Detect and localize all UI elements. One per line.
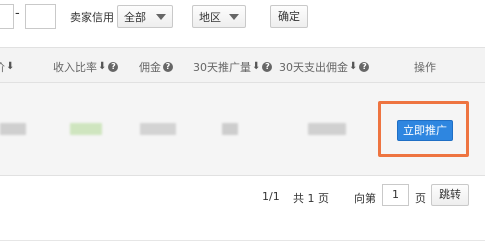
table-header: 价 ⬇ 收入比率 ⬇ ? 佣金 ? 30天推广量 ⬇ ? 30天支出佣金 ⬇ ?… [0,47,485,83]
help-icon[interactable]: ? [108,62,119,72]
column-price[interactable]: 价 ⬇ [0,59,14,75]
region-select[interactable]: 地区 [192,5,246,28]
column-30day-promotions-label: 30天推广量 [193,61,251,74]
total-pages: 共 1 页 [293,192,329,205]
blurred-price-cell [0,123,26,135]
blurred-commission-paid-cell [308,123,346,135]
jump-button[interactable]: 跳转 [431,184,469,206]
sort-down-icon: ⬇ [252,61,261,72]
sort-down-icon: ⬇ [98,61,107,72]
blurred-income-rate-cell [70,123,102,135]
promotion-table-page: - 卖家信用 全部 地区 确定 价 ⬇ 收入比率 ⬇ ? 佣金 ? 30天推广量 [0,0,485,249]
column-actions-label: 操作 [414,61,436,74]
help-icon[interactable]: ? [359,62,370,72]
column-price-label: 价 [0,59,5,75]
column-income-rate-label: 收入比率 [53,61,97,74]
page-number-input[interactable]: 1 [382,184,409,206]
help-icon[interactable]: ? [262,62,273,72]
promote-now-button[interactable]: 立即推广 [397,120,453,141]
page-status: 1/1 [262,190,280,203]
column-30day-commission-paid-label: 30天支出佣金 [279,61,348,74]
sort-down-icon: ⬇ [6,61,15,72]
column-income-rate[interactable]: 收入比率 ⬇ ? [53,59,119,75]
filter-bar: - 卖家信用 全部 地区 确定 [0,0,485,34]
divider [0,240,485,241]
column-commission: 佣金 ? [139,59,173,75]
confirm-button[interactable]: 确定 [270,5,308,28]
column-commission-label: 佣金 [139,61,161,74]
region-select-value: 地区 [199,10,221,24]
column-30day-promotions[interactable]: 30天推广量 ⬇ ? [193,59,273,75]
credit-select[interactable]: 全部 [117,5,173,28]
blurred-commission-cell [140,123,176,135]
pagination: 1/1 共 1 页 向第 1 页 跳转 [0,176,485,216]
range-separator: - [15,6,20,21]
blurred-promotions-cell [222,123,238,135]
chevron-down-icon [229,14,239,20]
help-icon[interactable]: ? [163,62,173,72]
credit-select-value: 全部 [124,10,146,24]
chevron-down-icon [156,14,166,20]
column-30day-commission-paid[interactable]: 30天支出佣金 ⬇ ? [279,59,370,75]
column-actions: 操作 [414,59,436,75]
price-max-input[interactable] [25,4,56,29]
price-min-input[interactable] [0,4,14,29]
goto-suffix: 页 [415,192,426,205]
goto-prefix: 向第 [354,192,376,205]
sort-down-icon: ⬇ [349,61,358,72]
seller-credit-label: 卖家信用 [70,11,114,24]
